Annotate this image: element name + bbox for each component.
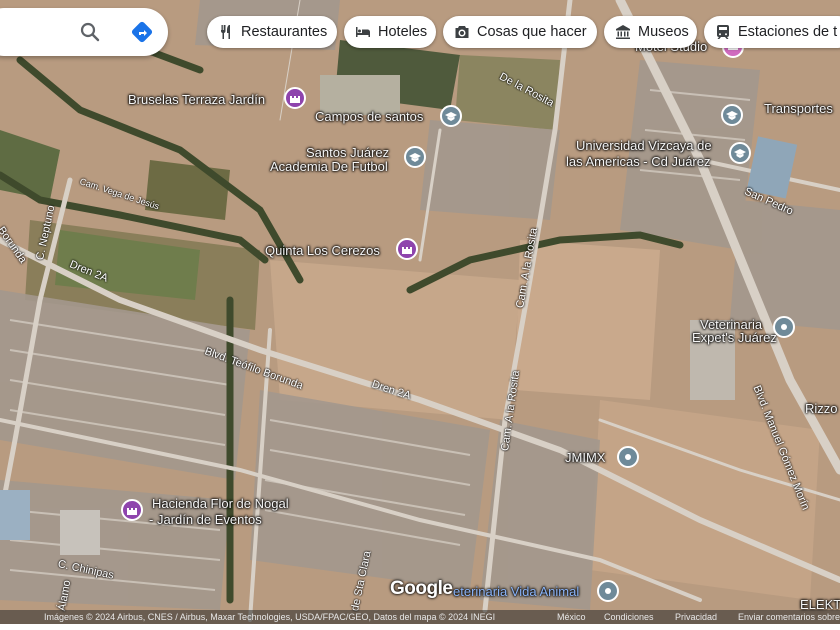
place-label-universidad-line1[interactable]: Universidad Vizcaya de: [576, 139, 712, 153]
chip-label: Hoteles: [378, 24, 428, 40]
chip-label: Restaurantes: [241, 24, 328, 40]
place-label-santos-line2[interactable]: Academia De Futbol: [270, 160, 388, 174]
feedback-link[interactable]: Enviar comentarios sobre el: [738, 610, 840, 624]
graduation-cap-icon: [726, 111, 738, 120]
imagery-attribution: Imágenes © 2024 Airbus, CNES / Airbus, M…: [44, 612, 496, 622]
event-venue-pin-hacienda[interactable]: [121, 499, 143, 521]
chip-label: Cosas que hacer: [477, 24, 587, 40]
location-dot-icon: [605, 588, 611, 594]
search-box[interactable]: [0, 8, 168, 56]
place-pin-jmimx[interactable]: [617, 446, 639, 468]
place-label-transportes[interactable]: Transportes: [764, 102, 833, 116]
museum-icon: [616, 25, 630, 39]
chip-label: Estaciones de t: [738, 24, 838, 40]
chip-label: Museos: [638, 24, 689, 40]
place-label-cerezos[interactable]: Quinta Los Cerezos: [265, 244, 380, 258]
search-icon[interactable]: [78, 20, 102, 44]
satellite-map[interactable]: [0, 0, 840, 630]
location-dot-icon: [625, 454, 631, 460]
chip-museos[interactable]: Museos: [604, 16, 697, 48]
attribution-bar: Imágenes © 2024 Airbus, CNES / Airbus, M…: [0, 610, 840, 624]
google-logo: Google: [390, 578, 453, 599]
school-pin-santos[interactable]: [404, 146, 426, 168]
chip-estaciones[interactable]: Estaciones de t: [704, 16, 840, 48]
terms-link[interactable]: Condiciones: [604, 610, 654, 624]
graduation-cap-icon: [409, 153, 421, 162]
train-icon: [717, 25, 729, 39]
location-dot-icon: [781, 324, 787, 330]
place-label-campos[interactable]: Campos de santos: [315, 110, 423, 124]
camera-icon: [455, 26, 469, 38]
place-label-santos-line1[interactable]: Santos Juárez: [306, 146, 389, 160]
school-pin[interactable]: [440, 105, 462, 127]
place-label-hacienda-line2[interactable]: - Jardín de Eventos: [149, 513, 262, 527]
castle-icon: [127, 508, 137, 515]
privacy-link[interactable]: Privacidad: [675, 610, 717, 624]
graduation-cap-icon: [734, 149, 746, 158]
bottom-strip: [0, 624, 840, 630]
chip-hoteles[interactable]: Hoteles: [344, 16, 436, 48]
castle-icon: [402, 247, 412, 254]
place-label-vida-animal[interactable]: eterinaria Vida Animal: [453, 585, 579, 599]
place-label-jmimx[interactable]: JMIMX: [565, 451, 605, 465]
place-label-hacienda-line1[interactable]: Hacienda Flor de Nogal: [152, 497, 289, 511]
place-label-universidad-line2[interactable]: las Americas - Cd Juárez: [566, 155, 711, 169]
castle-icon: [290, 96, 300, 103]
fork-knife-icon: [221, 25, 230, 39]
bed-icon: [356, 27, 370, 37]
chip-cosas-que-hacer[interactable]: Cosas que hacer: [443, 16, 597, 48]
place-label-veterinaria-line2[interactable]: Expet's Juárez: [692, 331, 777, 345]
place-pin-vida-animal[interactable]: [597, 580, 619, 602]
school-pin-universidad[interactable]: [729, 142, 751, 164]
place-label-rizzo[interactable]: Rizzo: [805, 402, 838, 416]
event-venue-pin[interactable]: [284, 87, 306, 109]
country-link[interactable]: México: [557, 610, 586, 624]
graduation-cap-icon: [445, 112, 457, 121]
event-venue-pin-cerezos[interactable]: [396, 238, 418, 260]
place-label-bruselas[interactable]: Bruselas Terraza Jardín: [128, 93, 265, 107]
place-pin-veterinaria[interactable]: [773, 316, 795, 338]
school-pin-transportes[interactable]: [721, 104, 743, 126]
chip-restaurantes[interactable]: Restaurantes: [207, 16, 337, 48]
directions-icon[interactable]: [130, 20, 154, 44]
